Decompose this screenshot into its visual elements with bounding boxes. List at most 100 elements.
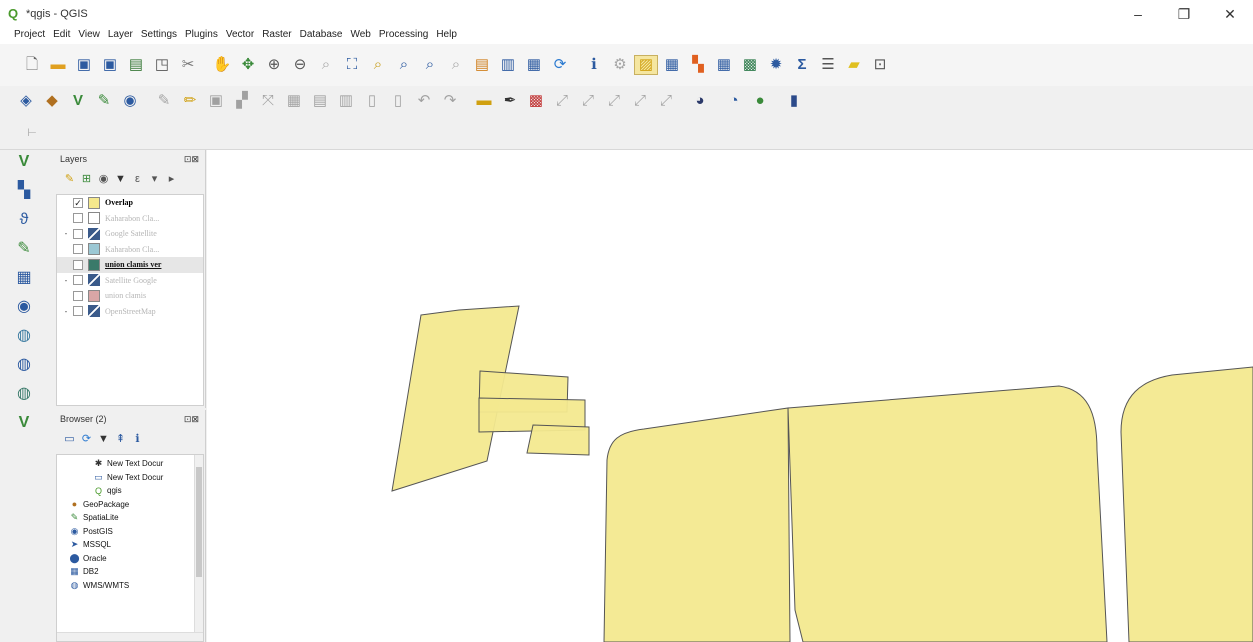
measure-icon[interactable]: ☰	[816, 55, 840, 75]
label-tool-icon[interactable]: ▬	[472, 91, 496, 111]
zoom-last-icon[interactable]: ⌕	[444, 55, 468, 75]
toggle-editing-icon[interactable]: ✏	[178, 91, 202, 111]
layer-row[interactable]: - OpenStreetMap	[57, 304, 203, 320]
data-source-manager-icon[interactable]: ◈	[14, 91, 38, 111]
pan-to-selection-icon[interactable]: ✥	[236, 55, 260, 75]
zoom-selection-icon[interactable]: ⌕	[366, 55, 390, 75]
zoom-native-icon[interactable]: ⌕	[418, 55, 442, 75]
collapse-all-icon[interactable]: ▸	[164, 172, 179, 187]
select-by-value-icon[interactable]: ▦	[660, 55, 684, 75]
filter-legend-icon[interactable]: ▼	[113, 172, 128, 187]
paste-features-icon[interactable]: ▯	[360, 91, 384, 111]
highlight-labels-icon[interactable]: ▩	[524, 91, 548, 111]
layer-checkbox[interactable]	[73, 228, 83, 239]
select-features-icon[interactable]: ▨	[634, 55, 658, 75]
attribute-table-icon[interactable]: ▦	[712, 55, 736, 75]
browser-item[interactable]: ▦ DB2	[69, 565, 203, 579]
menu-raster[interactable]: Raster	[262, 29, 291, 40]
save-project-icon[interactable]: ▣	[72, 55, 96, 75]
add-vector-layer-icon[interactable]: V	[66, 91, 90, 111]
add-vector-icon[interactable]: V	[10, 150, 38, 174]
zoom-in-icon[interactable]: ⊕	[262, 55, 286, 75]
add-wms-icon[interactable]: ◍	[10, 353, 38, 377]
paste-icon[interactable]: ▯	[386, 91, 410, 111]
menu-layer[interactable]: Layer	[108, 29, 133, 40]
bookmark-icon[interactable]: ▦	[522, 55, 546, 75]
zoom-rubber-icon[interactable]: ⌕	[314, 55, 338, 75]
expander-icon[interactable]: -	[61, 229, 71, 238]
field-calculator-icon[interactable]: ▩	[738, 55, 762, 75]
add-delimited-text-icon[interactable]: ✎	[10, 237, 38, 261]
refresh-icon[interactable]: ⟳	[548, 55, 572, 75]
parcel-large-left[interactable]	[603, 407, 791, 642]
add-wcs-icon[interactable]: ◍	[10, 382, 38, 406]
delete-selected-icon[interactable]: ▦	[282, 91, 306, 111]
manage-themes-icon[interactable]: ◉	[96, 172, 111, 187]
new-map-view-icon[interactable]: ▥	[496, 55, 520, 75]
save-edits-icon[interactable]: ▣	[204, 91, 228, 111]
menu-vector[interactable]: Vector	[226, 29, 254, 40]
cut-features-icon[interactable]: ▤	[308, 91, 332, 111]
add-spatialite-icon[interactable]: ▦	[10, 266, 38, 290]
collapse-browser-icon[interactable]: ⇞	[113, 432, 128, 447]
pin-labels-icon[interactable]: ✒	[498, 91, 522, 111]
layer-row[interactable]: ✓ Overlap	[57, 195, 203, 211]
expander-icon[interactable]: -	[61, 276, 71, 285]
snapping-icon[interactable]: ⊢	[20, 123, 44, 143]
layer-checkbox[interactable]	[73, 290, 83, 301]
statistics-icon[interactable]: Σ	[790, 55, 814, 75]
panel-close-icon[interactable]: ⊡⊠	[184, 154, 199, 165]
browser-item[interactable]: ✎ SpatiaLite	[69, 511, 203, 525]
browser-item[interactable]: ◉ PostGIS	[69, 525, 203, 539]
zoom-next-icon[interactable]: ▤	[470, 55, 494, 75]
layer-checkbox[interactable]: ✓	[73, 197, 83, 208]
map-canvas[interactable]	[207, 150, 1253, 642]
menu-processing[interactable]: Processing	[379, 29, 428, 40]
expand-all-icon[interactable]: ▾	[147, 172, 162, 187]
add-raster-layer-icon[interactable]: ▚	[10, 179, 38, 203]
refresh-browser-icon[interactable]: ⟳	[79, 432, 94, 447]
change-label-icon[interactable]: ⤢	[602, 91, 626, 111]
add-group-icon[interactable]: ⊞	[79, 172, 94, 187]
zoom-out-icon[interactable]: ⊖	[288, 55, 312, 75]
browser-item[interactable]: ➤ MSSQL	[69, 538, 203, 552]
plugin-globe-icon[interactable]: ●	[748, 91, 772, 111]
browser-item[interactable]: ⬤ Oracle	[69, 552, 203, 566]
layer-row[interactable]: - Google Satellite	[57, 226, 203, 242]
zoom-full-icon[interactable]: ⛶	[340, 55, 364, 75]
open-project-icon[interactable]: ▬	[46, 55, 70, 75]
menu-settings[interactable]: Settings	[141, 29, 177, 40]
python-console-icon[interactable]: ◕	[688, 91, 712, 111]
expander-icon[interactable]: -	[61, 307, 71, 316]
label-properties-icon[interactable]: ⤢	[654, 91, 678, 111]
new-print-layout-icon[interactable]: ▤	[124, 55, 148, 75]
redo-icon[interactable]: ↷	[438, 91, 462, 111]
layer-checkbox[interactable]	[73, 244, 83, 255]
add-wfs-icon[interactable]: V	[10, 411, 38, 435]
save-as-icon[interactable]: ▣	[98, 55, 122, 75]
layer-row[interactable]: union clamis	[57, 288, 203, 304]
browser-item[interactable]: ◍ WMS/WMTS	[69, 579, 203, 593]
style-manager-icon[interactable]: ✂	[176, 55, 200, 75]
add-raster-icon[interactable]: ◉	[118, 91, 142, 111]
properties-icon[interactable]: ℹ	[130, 432, 145, 447]
map-view[interactable]	[207, 150, 1253, 642]
plugin-book-icon[interactable]: ▮	[782, 91, 806, 111]
undo-icon[interactable]: ↶	[412, 91, 436, 111]
new-shapefile-icon[interactable]: ✎	[92, 91, 116, 111]
layer-checkbox[interactable]	[73, 306, 83, 317]
browser-item[interactable]: ● GeoPackage	[69, 498, 203, 512]
text-annotation-icon[interactable]: ⊡	[868, 55, 892, 75]
move-label-icon[interactable]: ⤢	[550, 91, 574, 111]
add-postgis-icon[interactable]: ◉	[10, 295, 38, 319]
new-project-icon[interactable]: 🗋	[20, 55, 44, 75]
actions-icon[interactable]: ⚙	[608, 55, 632, 75]
filter-browser-icon[interactable]: ▼	[96, 432, 111, 447]
deselect-icon[interactable]: ▚	[686, 55, 710, 75]
plugin-python-icon[interactable]: ◔	[722, 91, 746, 111]
pan-icon[interactable]: ✋	[210, 55, 234, 75]
map-tips-icon[interactable]: ▰	[842, 55, 866, 75]
layer-checkbox[interactable]	[73, 259, 83, 270]
menu-view[interactable]: View	[78, 29, 100, 40]
layer-row[interactable]: Kaharabon Cla...	[57, 242, 203, 258]
